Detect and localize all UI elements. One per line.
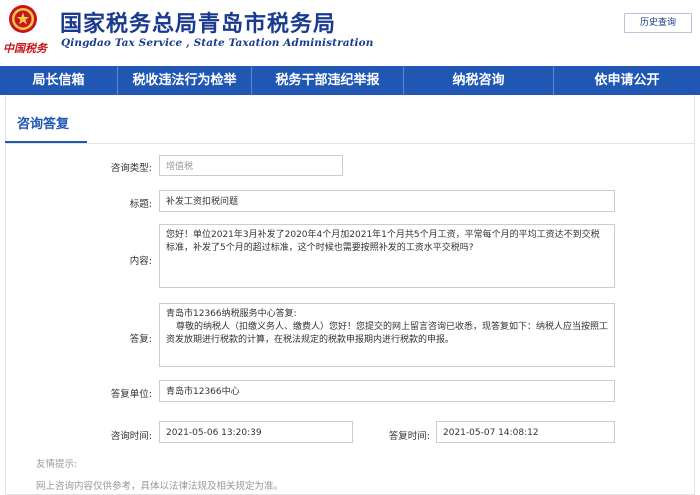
- reply-unit-field[interactable]: 青岛市12366中心: [159, 380, 615, 402]
- history-query-button[interactable]: 历史查询: [624, 13, 692, 33]
- nav-item-tax-violation-report[interactable]: 税收违法行为检举: [118, 66, 252, 95]
- title-label: 标题:: [129, 199, 152, 210]
- reply-time-label: 答复时间:: [388, 431, 430, 442]
- tips-text: 网上咨询内容仅供参考，具体以法律法规及相关规定为准。: [36, 481, 284, 492]
- nav-item-cadre-discipline-report[interactable]: 税务干部违纪举报: [252, 66, 404, 95]
- site-header: 中国税务 国家税务总局青岛市税务局 Qingdao Tax Service , …: [0, 0, 700, 64]
- reply-label: 答复:: [129, 334, 152, 345]
- tab-consultation-reply[interactable]: 咨询答复: [5, 112, 85, 144]
- nav-item-director-mailbox[interactable]: 局长信箱: [0, 66, 118, 95]
- site-subtitle: Qingdao Tax Service , State Taxation Adm…: [61, 37, 374, 49]
- reply-unit-label: 答复单位:: [110, 389, 152, 400]
- nav-item-disclosure-on-request[interactable]: 依申请公开: [554, 66, 700, 95]
- site-title: 国家税务总局青岛市税务局: [60, 12, 337, 37]
- ask-time-field[interactable]: 2021-05-06 13:20:39: [159, 421, 353, 443]
- reply-line-1: 青岛市12366纳税服务中心答复:: [166, 309, 297, 319]
- nav-item-tax-consultation[interactable]: 纳税咨询: [404, 66, 554, 95]
- panel-divider: [5, 143, 695, 144]
- consultation-type-select[interactable]: 增值税: [159, 155, 343, 176]
- type-label: 咨询类型:: [110, 163, 152, 174]
- ask-time-label: 咨询时间:: [110, 431, 152, 442]
- brand-mark-logo: 中国税务: [3, 42, 47, 55]
- title-field[interactable]: 补发工资扣税问题: [159, 190, 615, 212]
- content-label: 内容:: [129, 256, 152, 267]
- content-textarea[interactable]: 您好！单位2021年3月补发了2020年4个月加2021年1个月共5个月工资，平…: [159, 224, 615, 288]
- tax-emblem-icon: [9, 5, 37, 33]
- tips-title: 友情提示:: [36, 459, 78, 470]
- reply-time-field[interactable]: 2021-05-07 14:08:12: [436, 421, 615, 443]
- reply-line-2: 尊敬的纳税人（扣缴义务人、缴费人）您好！您提交的网上留言咨询已收悉，现答复如下：…: [166, 322, 609, 345]
- reply-textarea[interactable]: 青岛市12366纳税服务中心答复: 尊敬的纳税人（扣缴义务人、缴费人）您好！您提…: [159, 303, 615, 367]
- main-nav: 局长信箱 税收违法行为检举 税务干部违纪举报 纳税咨询 依申请公开: [0, 66, 700, 95]
